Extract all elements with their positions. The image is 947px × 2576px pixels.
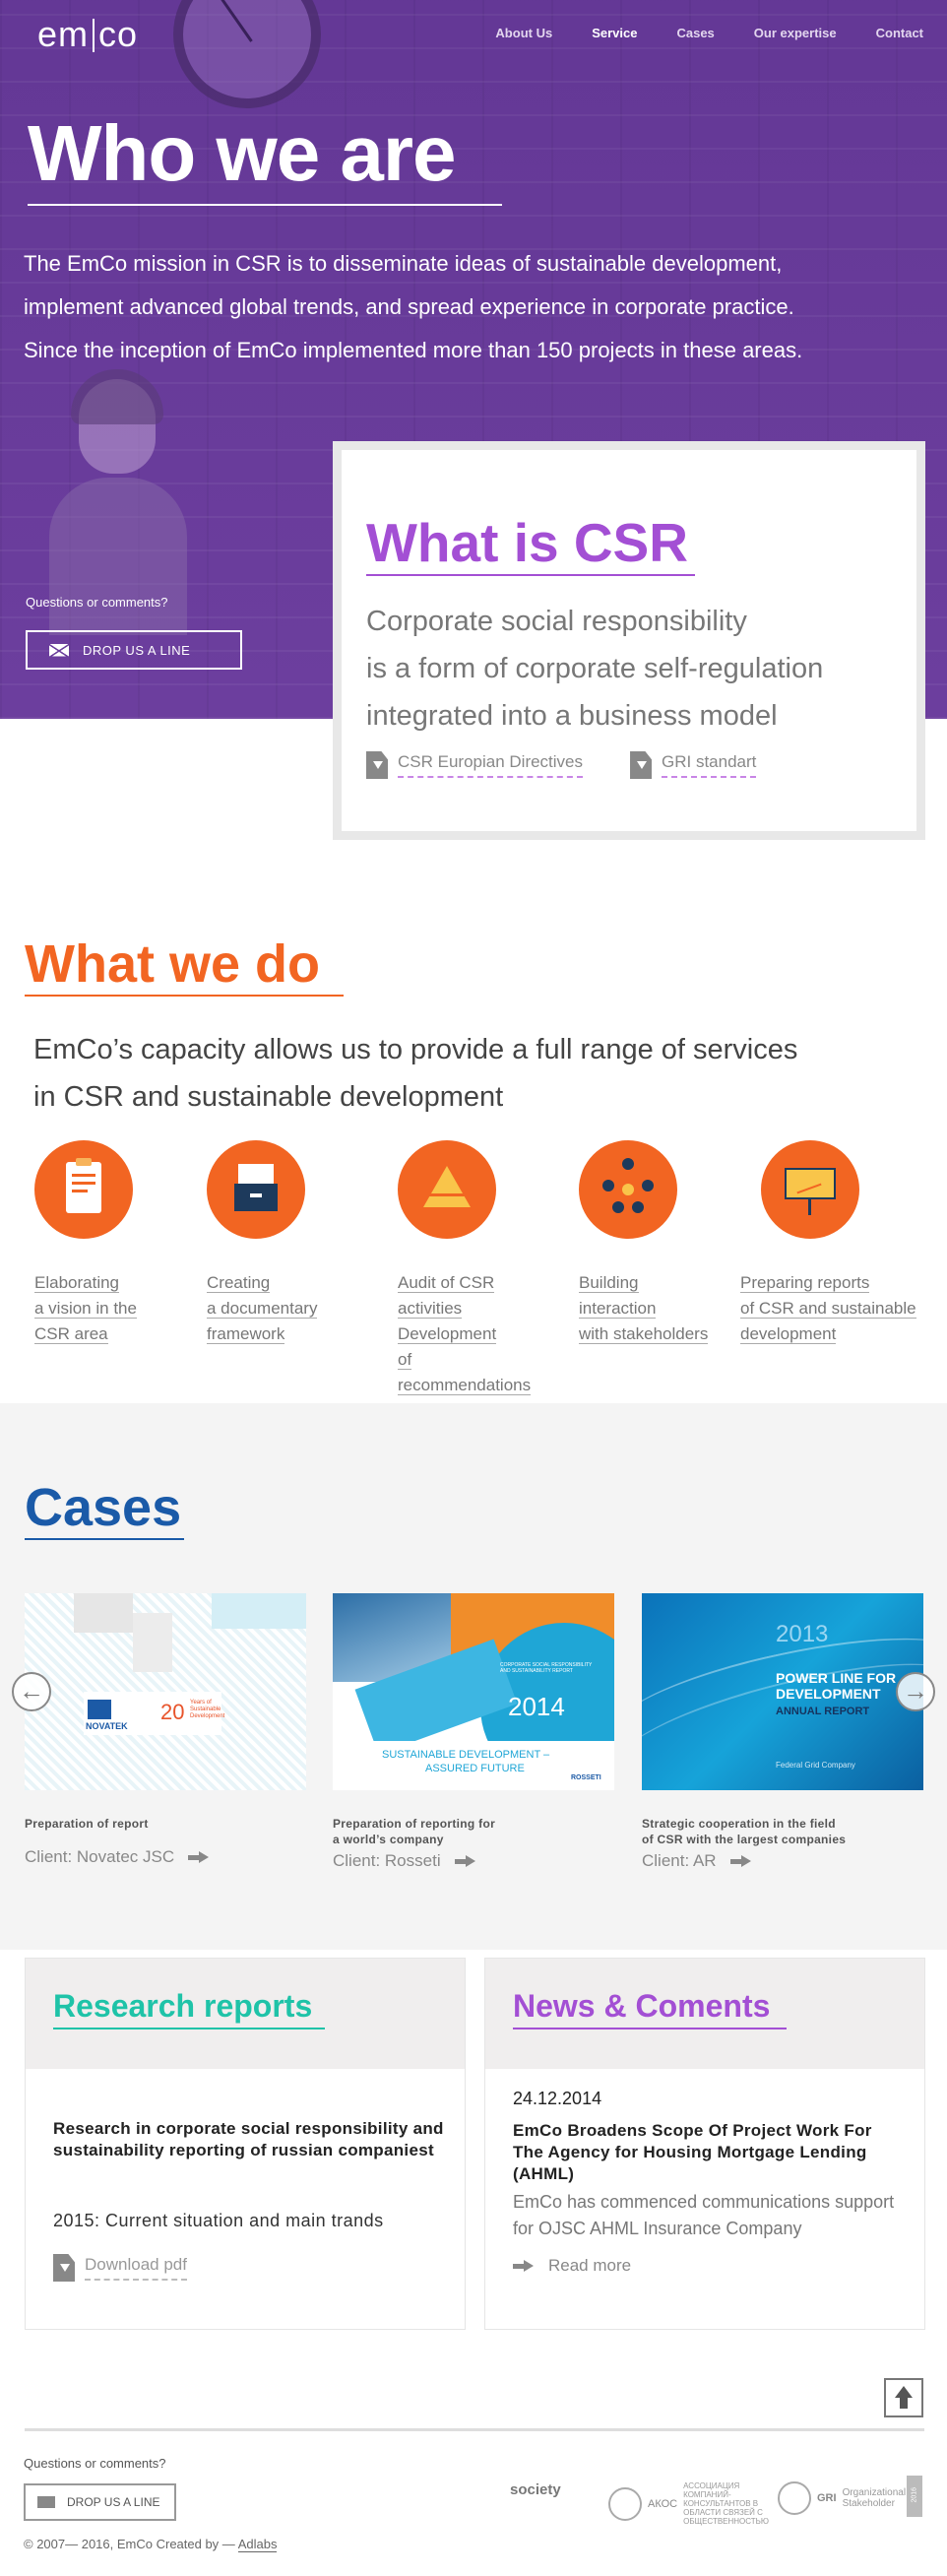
footer-divider [25, 2428, 924, 2431]
akos-logo-icon [608, 2486, 642, 2521]
hero-title-underline [28, 204, 502, 206]
carousel-prev-icon[interactable]: ← [12, 1672, 51, 1711]
case-card-ar[interactable]: 2013 POWER LINE FOR DEVELOPMENT ANNUAL R… [642, 1593, 923, 1871]
case-client-link[interactable]: Client: Novatec JSC [25, 1847, 306, 1867]
service-stakeholders[interactable]: Building interaction with stakeholders [579, 1140, 726, 1347]
service-audit[interactable]: Audit of CSR activities Development of r… [398, 1140, 545, 1398]
gri-standard-link[interactable]: GRI standart [630, 751, 757, 779]
copyright-text: © 2007— 2016, EmCo Created by — Adlabs [24, 2537, 278, 2552]
nav-about-us[interactable]: About Us [495, 26, 552, 40]
arrow-right-icon [729, 1855, 752, 1867]
read-more-link[interactable]: Read more [513, 2256, 631, 2276]
case-cover-image: CORPORATE SOCIAL RESPONSIBILITY AND SUST… [333, 1593, 614, 1790]
csr-title: What is CSR [366, 512, 688, 573]
site-logo[interactable]: em co [37, 14, 138, 55]
arrow-right-icon [513, 2260, 535, 2272]
partner-logo-gri[interactable]: GRI Organizational Stakeholder [778, 2481, 906, 2515]
download-file-icon [53, 2254, 75, 2282]
csr-directives-link[interactable]: CSR Europian Directives [366, 751, 584, 779]
case-client-link[interactable]: Client: Rosseti [333, 1851, 614, 1871]
news-title: News & Coments [513, 1988, 771, 2024]
scroll-to-top-button[interactable] [884, 2378, 923, 2417]
case-card-rosseti[interactable]: CORPORATE SOCIAL RESPONSIBILITY AND SUST… [333, 1593, 614, 1871]
document-box-icon [207, 1140, 305, 1239]
pyramid-icon [398, 1140, 496, 1239]
arrow-right-icon [454, 1855, 476, 1867]
report-title: Research in corporate social responsibil… [53, 2119, 444, 2159]
clipboard-icon [34, 1140, 133, 1239]
report-year-line: 2015: Current situation and main trands [53, 2211, 384, 2230]
arrow-right-icon [188, 1851, 210, 1863]
carousel-next-icon[interactable]: → [896, 1672, 935, 1711]
what-we-do-subtitle: EmCo’s capacity allows us to provide a f… [33, 1034, 798, 1113]
nav-contact[interactable]: Contact [876, 26, 923, 40]
what-is-csr-card: What is CSR Corporate social responsibil… [333, 441, 925, 840]
partner-logo-society[interactable]: society [510, 2481, 561, 2498]
year-badge: 2016 [907, 2476, 922, 2517]
hero-title: Who we are [28, 109, 457, 197]
download-file-icon [366, 751, 388, 779]
envelope-icon [37, 2496, 55, 2508]
cases-title: Cases [25, 1478, 182, 1537]
footer-questions-label: Questions or comments? [24, 2456, 166, 2471]
case-description: Strategic cooperation in the field of CS… [642, 1817, 847, 1846]
nav-our-expertise[interactable]: Our expertise [754, 26, 837, 40]
mission-text: The EmCo mission in CSR is to disseminat… [24, 251, 803, 362]
case-description: Preparation of reporting for a world’s c… [333, 1817, 496, 1846]
case-client-link[interactable]: Client: AR [642, 1851, 923, 1871]
envelope-icon [49, 643, 69, 657]
person-photo [49, 369, 187, 635]
people-network-icon [579, 1140, 677, 1239]
gri-logo-icon [778, 2481, 811, 2515]
news-headline[interactable]: EmCo Broadens Scope Of Project Work For … [513, 2120, 907, 2185]
news-panel: News & Coments 24.12.2014 EmCo Broadens … [484, 1958, 925, 2330]
footer-drop-us-a-line-button[interactable]: DROP US A LINE [24, 2483, 176, 2521]
news-date: 24.12.2014 [513, 2089, 602, 2108]
service-reports[interactable]: Preparing reports of CSR and sustainable… [740, 1140, 927, 1347]
download-pdf-link[interactable]: Download pdf [53, 2254, 187, 2282]
nav-cases[interactable]: Cases [676, 26, 714, 40]
adlabs-link[interactable]: Adlabs [237, 2537, 278, 2552]
case-description: Preparation of report [25, 1817, 149, 1831]
service-vision[interactable]: Elaborating a vision in the CSR area [34, 1140, 182, 1347]
news-text: EmCo has commenced communications suppor… [513, 2192, 895, 2238]
research-reports-panel: Research reports Research in corporate s… [25, 1958, 466, 2330]
presentation-board-icon [761, 1140, 859, 1239]
main-nav: About Us Service Cases Our expertise Con… [495, 26, 923, 40]
what-we-do-title: What we do [25, 934, 320, 994]
case-cover-image: NOVATEK 20 Years of Sustainable Developm… [25, 1593, 306, 1790]
case-cover-image: 2013 POWER LINE FOR DEVELOPMENT ANNUAL R… [642, 1593, 923, 1790]
partner-logo-akos[interactable]: АКОС АССОЦИАЦИЯ КОМПАНИЙ-КОНСУЛЬТАНТОВ В… [608, 2481, 782, 2526]
research-title: Research reports [53, 1988, 313, 2024]
drop-us-a-line-button[interactable]: DROP US A LINE [26, 630, 242, 670]
nav-service[interactable]: Service [592, 26, 637, 40]
csr-definition: Corporate social responsibility is a for… [366, 606, 824, 732]
service-framework[interactable]: Creating a documentary framework [207, 1140, 354, 1347]
questions-label: Questions or comments? [26, 595, 168, 610]
download-file-icon [630, 751, 653, 779]
case-card-novatek[interactable]: NOVATEK 20 Years of Sustainable Developm… [25, 1593, 306, 1867]
